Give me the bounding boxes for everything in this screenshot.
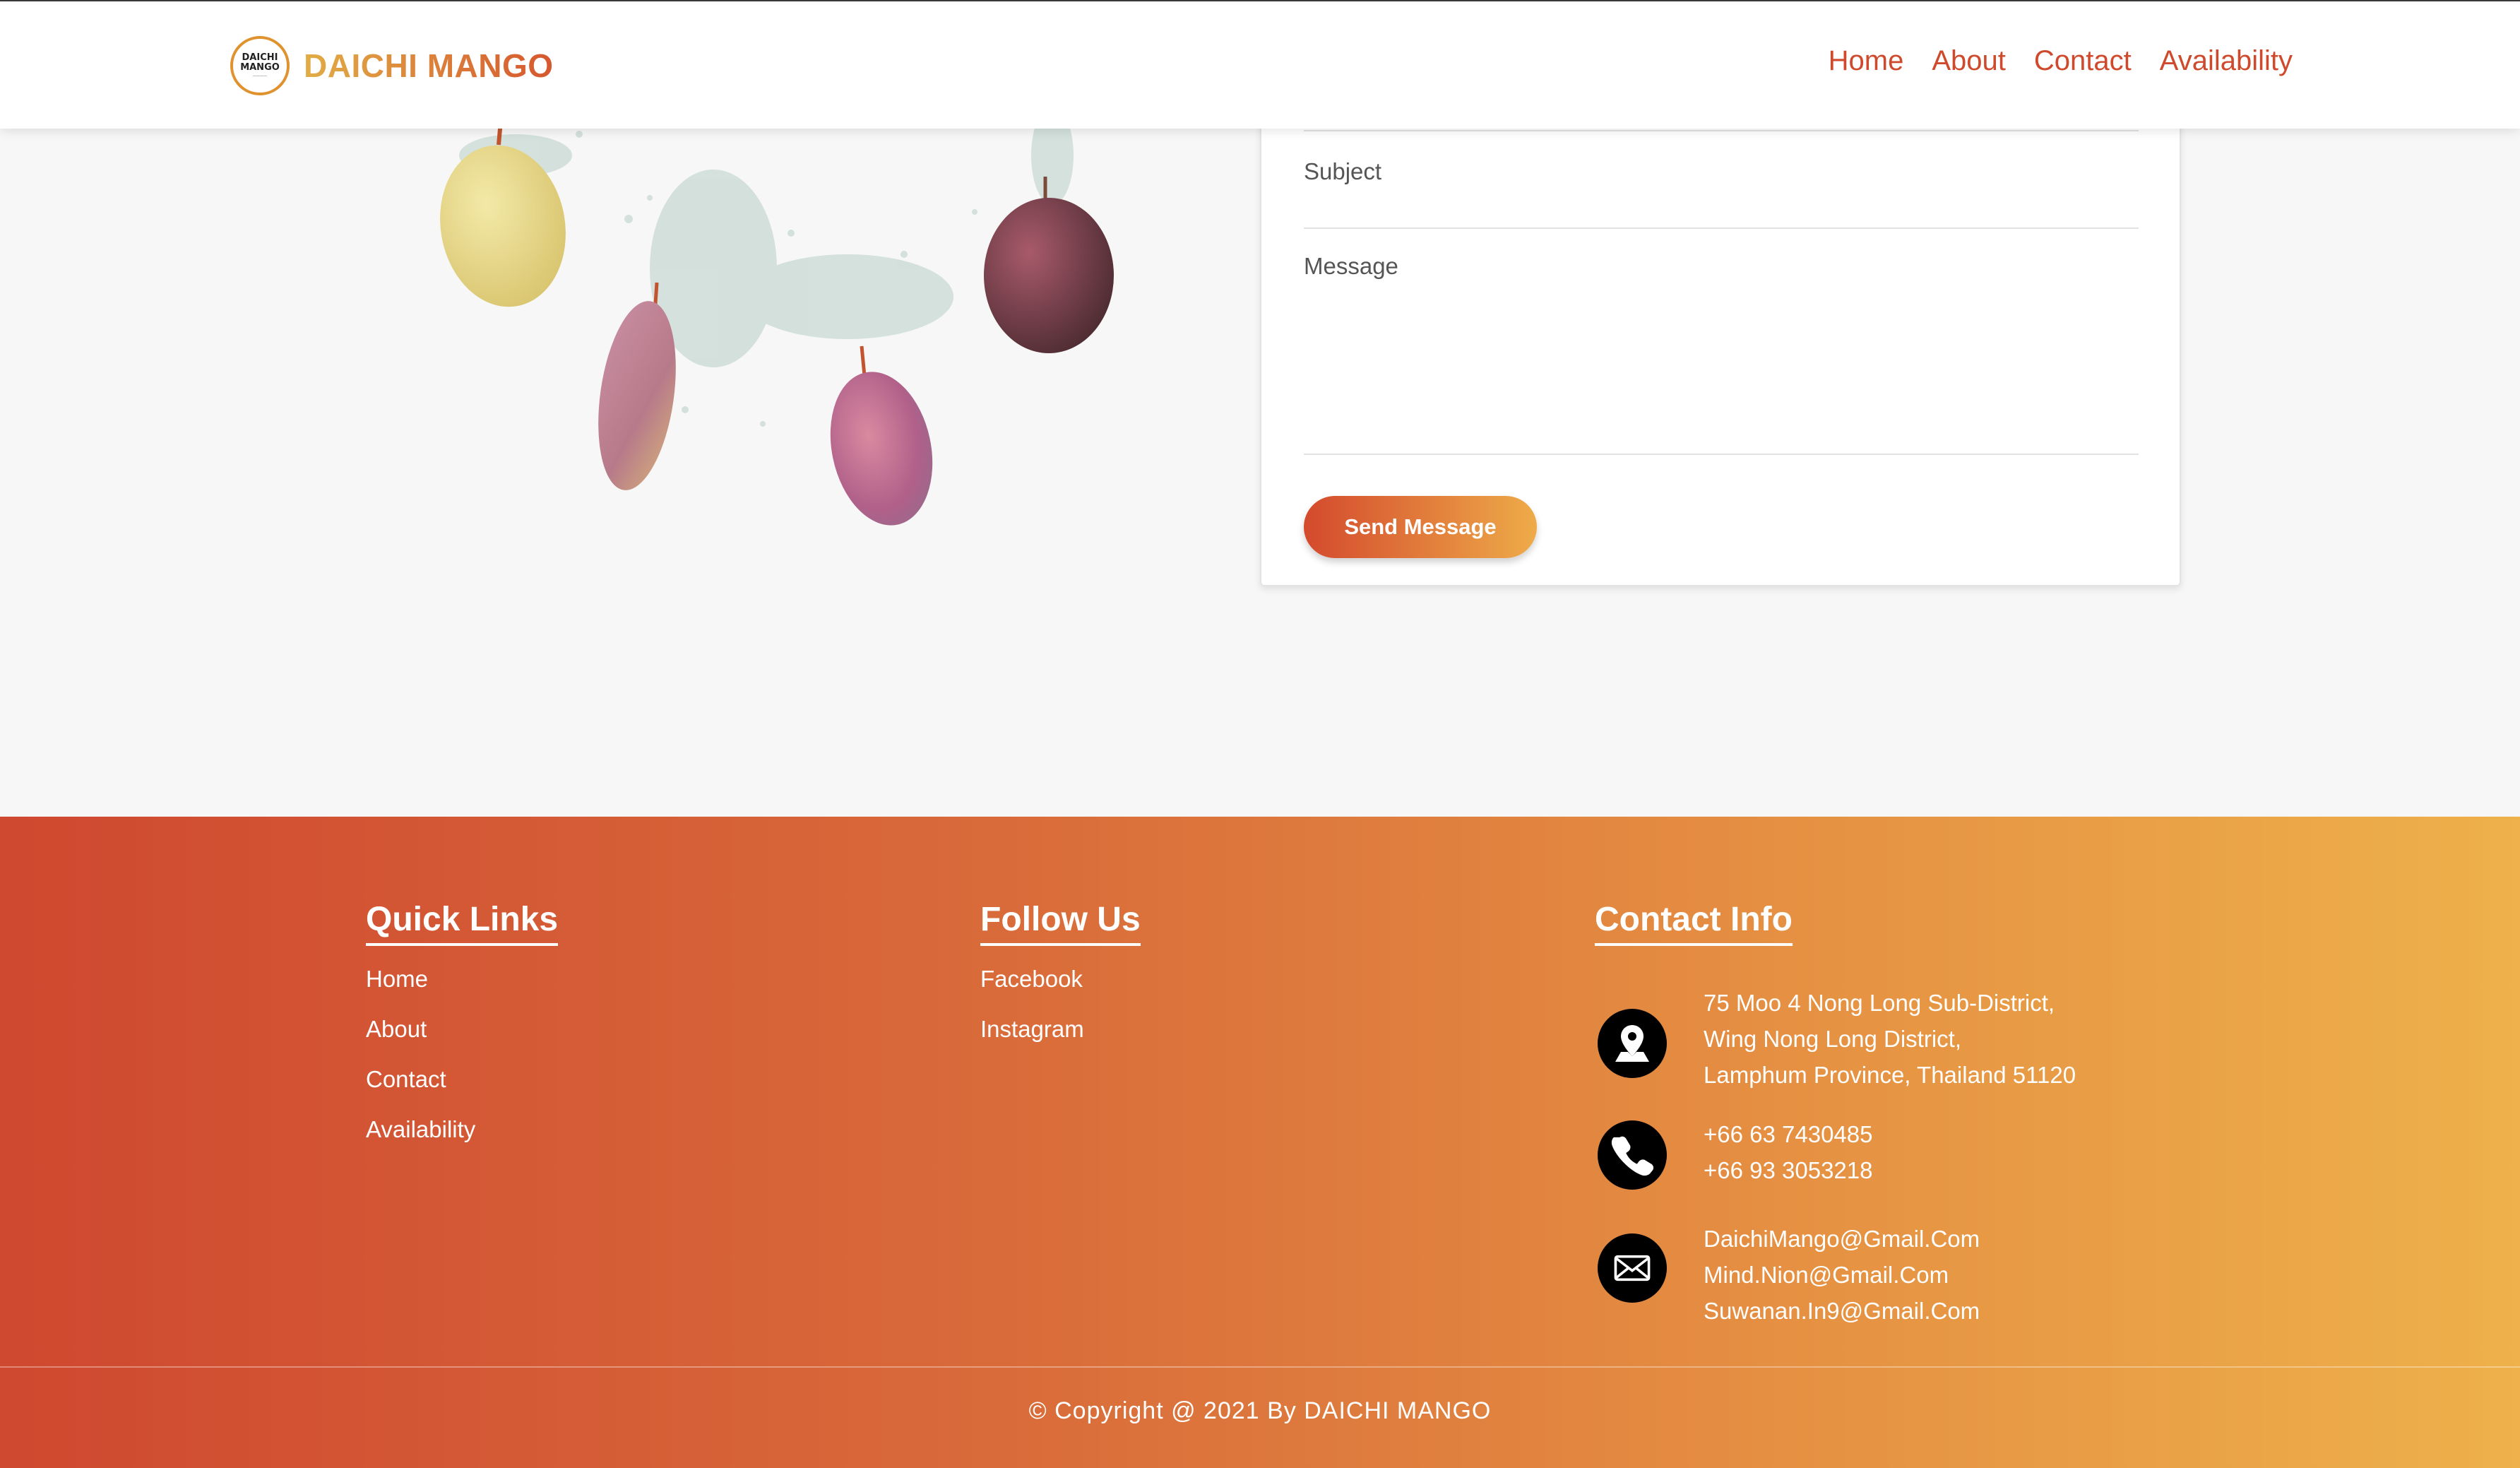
copyright-text: © Copyright @ 2021 By DAICHI MANGO: [1028, 1397, 1492, 1424]
location-icon: [1598, 1009, 1667, 1078]
mail-icon: [1598, 1233, 1667, 1303]
email-3[interactable]: Suwanan.In9@Gmail.Com: [1704, 1293, 1980, 1329]
facebook-link[interactable]: Facebook: [980, 966, 1083, 992]
send-message-button[interactable]: Send Message: [1304, 496, 1537, 558]
mango-pink: [830, 345, 933, 526]
phone-icon: [1598, 1120, 1667, 1190]
address-line-3: Lamphum Province, Thailand 51120: [1704, 1062, 2076, 1088]
instagram-link[interactable]: Instagram: [980, 1016, 1084, 1042]
email-1[interactable]: DaichiMango@Gmail.Com: [1704, 1221, 1980, 1257]
phone-1[interactable]: +66 63 7430485: [1704, 1116, 1873, 1152]
nav-about[interactable]: About: [1932, 45, 2006, 77]
address-line-2: Wing Nong Long District,: [1704, 1026, 1961, 1052]
email-2[interactable]: Mind.Nion@Gmail.Com: [1704, 1257, 1980, 1293]
footer-link-contact[interactable]: Contact: [366, 1066, 446, 1092]
address-block: 75 Moo 4 Nong Long Sub-District, Wing No…: [1598, 985, 2076, 1093]
quick-links-section: Quick Links Home About Contact Availabil…: [366, 900, 559, 1166]
logo-badge-underline: ————: [253, 74, 267, 78]
address-line-1: 75 Moo 4 Nong Long Sub-District,: [1704, 990, 2055, 1016]
logo-badge-line1: DAICHI: [242, 52, 278, 63]
brand-name: DAICHI MANGO: [304, 47, 554, 84]
brand-logo[interactable]: DAICHI MANGO ———— DAICHI MANGO: [230, 34, 554, 97]
site-header: DAICHI MANGO ———— DAICHI MANGO Home Abou…: [0, 1, 2520, 129]
footer-divider: [0, 1366, 2520, 1368]
follow-us-section: Follow Us Facebook Instagram: [980, 900, 1141, 1066]
message-field[interactable]: Message: [1304, 253, 1398, 280]
contact-form-card: Subject Message Send Message: [1260, 99, 2181, 586]
contact-info-heading: Contact Info: [1595, 900, 1793, 946]
phone-2[interactable]: +66 93 3053218: [1704, 1152, 1873, 1188]
mango-dark: [984, 177, 1114, 353]
email-block: DaichiMango@Gmail.Com Mind.Nion@Gmail.Co…: [1598, 1221, 1980, 1329]
email-field-underline: [1304, 130, 2139, 131]
logo-badge-line2: MANGO: [240, 62, 280, 73]
contact-info-section: Contact Info 75 Moo 4 Nong Long Sub-Dist…: [1595, 900, 2230, 1352]
quick-links-heading: Quick Links: [366, 900, 559, 946]
footer-link-about[interactable]: About: [366, 1016, 427, 1042]
site-footer: Quick Links Home About Contact Availabil…: [0, 817, 2520, 1468]
mango-splash-illustration: [440, 113, 1114, 526]
footer-link-availability[interactable]: Availability: [366, 1116, 475, 1142]
phone-block: +66 63 7430485 +66 93 3053218: [1598, 1120, 1873, 1190]
nav-home[interactable]: Home: [1829, 45, 1904, 77]
subject-field[interactable]: Subject: [1304, 158, 1381, 185]
nav-availability[interactable]: Availability: [2160, 45, 2293, 77]
footer-link-home[interactable]: Home: [366, 966, 428, 992]
logo-badge-icon: DAICHI MANGO ————: [230, 36, 290, 95]
main-nav: Home About Contact Availability: [1829, 45, 2293, 77]
nav-contact[interactable]: Contact: [2034, 45, 2132, 77]
subject-field-underline: [1304, 227, 2139, 229]
message-field-underline: [1304, 454, 2139, 455]
follow-us-heading: Follow Us: [980, 900, 1141, 946]
